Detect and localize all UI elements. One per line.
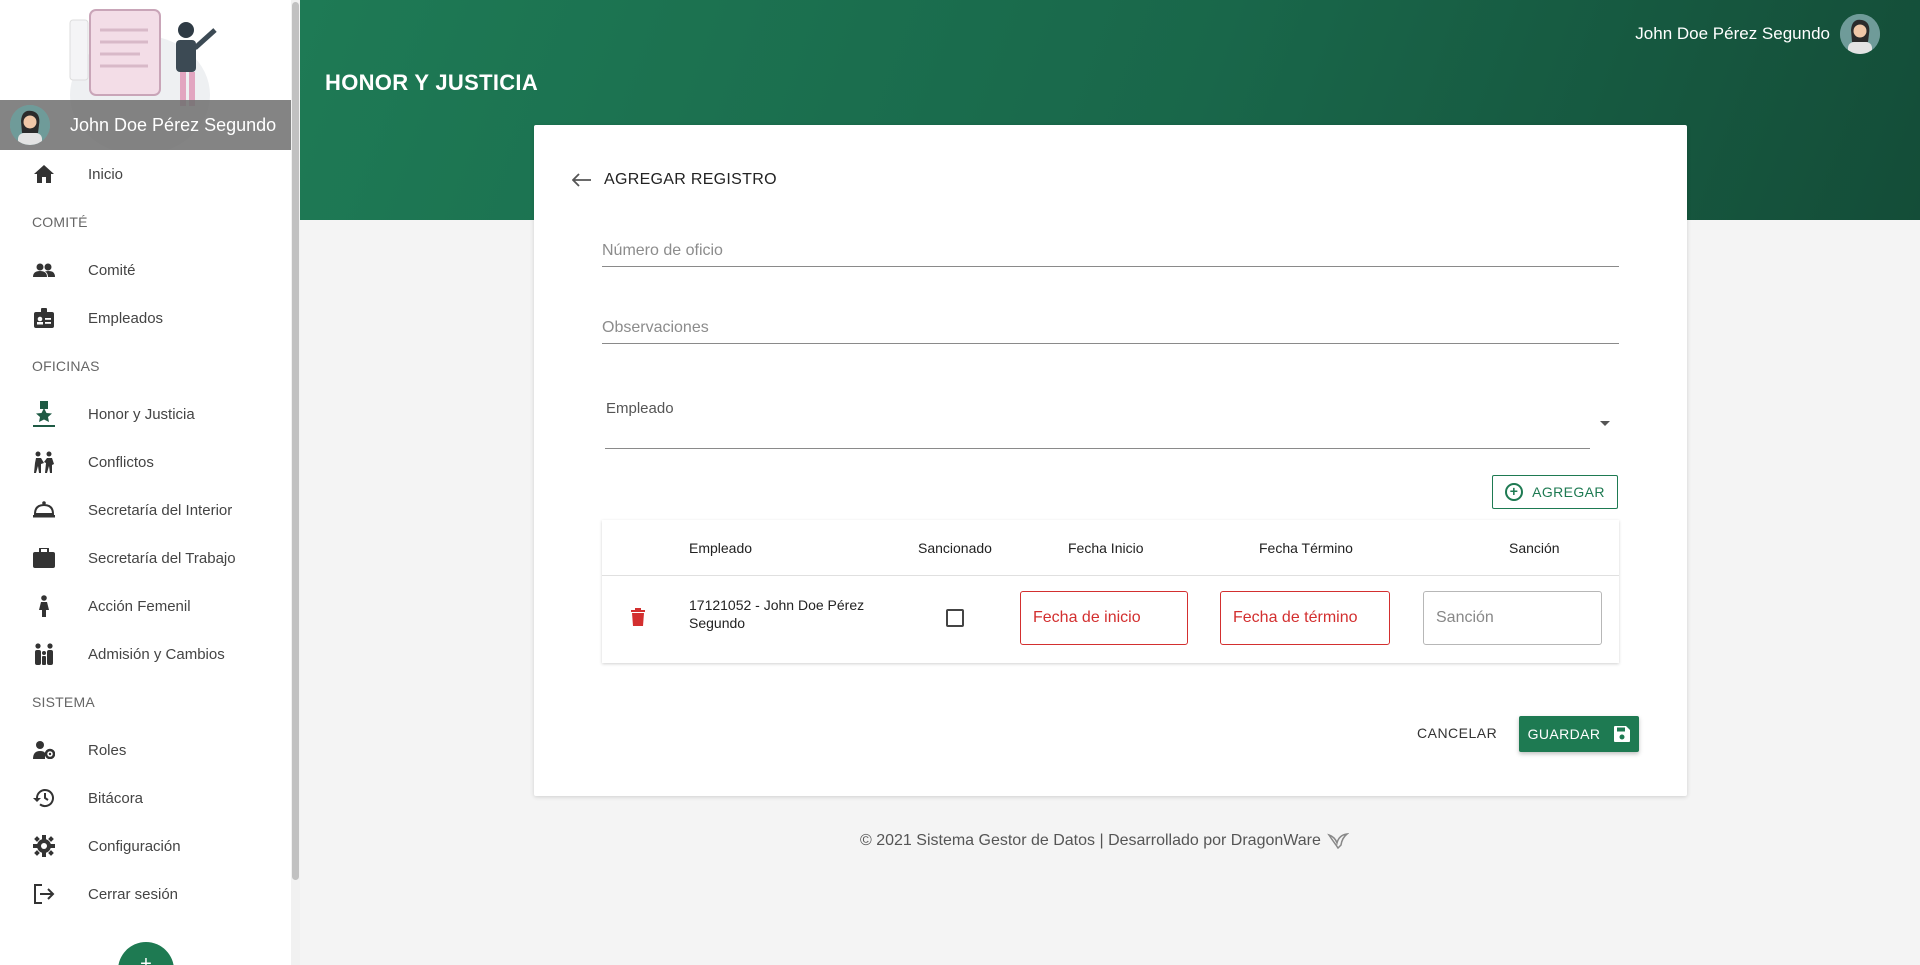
save-button-label: GUARDAR bbox=[1527, 726, 1601, 742]
sidebar-item-conflictos[interactable]: Conflictos bbox=[0, 438, 291, 486]
header-user-menu[interactable]: John Doe Pérez Segundo bbox=[1635, 14, 1880, 54]
sidebar-item-label: Admisión y Cambios bbox=[88, 645, 225, 663]
chevron-down-icon[interactable] bbox=[1600, 421, 1610, 426]
page-footer: © 2021 Sistema Gestor de Datos | Desarro… bbox=[860, 832, 1349, 850]
sidebar-item-label: Empleados bbox=[88, 309, 164, 327]
sidebar-item-roles[interactable]: Roles bbox=[0, 726, 291, 774]
sidebar-nav: Inicio COMITÉ Comité Empleados OFICINAS … bbox=[0, 150, 291, 918]
history-icon bbox=[32, 786, 56, 810]
sidebar-item-label: Secretaría del Interior bbox=[88, 501, 233, 519]
form-title: AGREGAR REGISTRO bbox=[604, 171, 777, 188]
woman-icon bbox=[32, 594, 56, 618]
sidebar: John Doe Pérez Segundo Inicio COMITÉ Com… bbox=[0, 0, 300, 965]
sidebar-item-label: Inicio bbox=[88, 165, 124, 183]
sidebar-item-label: Configuración bbox=[88, 837, 181, 855]
sidebar-item-label: Secretaría del Trabajo bbox=[88, 549, 236, 567]
dragon-logo-icon bbox=[1327, 833, 1349, 849]
sidebar-item-label: Conflictos bbox=[88, 453, 154, 471]
sidebar-item-label: Honor y Justicia bbox=[88, 405, 195, 423]
sidebar-item-configuracion[interactable]: Configuración bbox=[0, 822, 291, 870]
sidebar-item-accion-femenil[interactable]: Acción Femenil bbox=[0, 582, 291, 630]
sidebar-item-comite[interactable]: Comité bbox=[0, 246, 291, 294]
save-button[interactable]: GUARDAR bbox=[1519, 716, 1639, 752]
sidebar-item-inicio[interactable]: Inicio bbox=[0, 150, 291, 198]
floppy-disk-icon bbox=[1614, 726, 1631, 742]
back-button[interactable]: AGREGAR REGISTRO bbox=[571, 167, 777, 193]
plus-icon: + bbox=[140, 953, 152, 965]
sidebar-section-sistema: SISTEMA bbox=[32, 694, 95, 710]
arrow-left-icon bbox=[571, 167, 596, 193]
badge-icon bbox=[32, 306, 56, 330]
sidebar-item-label: Roles bbox=[88, 741, 127, 759]
sidebar-item-empleados[interactable]: Empleados bbox=[0, 294, 291, 342]
briefcase-icon bbox=[32, 546, 56, 570]
conflict-icon bbox=[32, 450, 56, 474]
add-button[interactable]: + AGREGAR bbox=[1492, 475, 1618, 509]
sidebar-user-bar[interactable]: John Doe Pérez Segundo bbox=[0, 100, 291, 150]
cancel-button[interactable]: CANCELAR bbox=[1417, 725, 1497, 741]
service-bell-icon bbox=[32, 498, 56, 522]
sidebar-scrollbar[interactable] bbox=[292, 2, 299, 880]
sidebar-fab-button[interactable]: + bbox=[118, 942, 174, 965]
observaciones-input[interactable] bbox=[602, 314, 1619, 342]
oficio-field bbox=[602, 237, 1619, 267]
medal-icon bbox=[32, 401, 56, 427]
table-cell-empleado: 17121052 - John Doe Pérez Segundo bbox=[689, 597, 865, 631]
family-icon bbox=[32, 642, 56, 666]
logout-icon bbox=[32, 882, 56, 906]
gear-icon bbox=[32, 834, 56, 858]
table-header-empleado: Empleado bbox=[689, 540, 753, 556]
oficio-input[interactable] bbox=[602, 237, 1619, 265]
sidebar-item-honor-y-justicia[interactable]: Honor y Justicia bbox=[0, 390, 291, 438]
observaciones-field bbox=[602, 314, 1619, 344]
avatar bbox=[10, 105, 50, 145]
empleado-select-label: Empleado bbox=[606, 400, 674, 417]
table-header-sancion: Sanción bbox=[1509, 540, 1560, 556]
user-gear-icon bbox=[32, 738, 56, 762]
sancionado-checkbox[interactable] bbox=[946, 609, 964, 627]
page-title: HONOR Y JUSTICIA bbox=[325, 70, 539, 95]
sidebar-item-label: Bitácora bbox=[88, 789, 144, 807]
table-header-fecha-termino: Fecha Término bbox=[1259, 540, 1353, 556]
sidebar-item-label: Comité bbox=[88, 261, 136, 279]
delete-icon[interactable] bbox=[631, 608, 645, 631]
sancion-input[interactable]: Sanción bbox=[1423, 591, 1602, 645]
sidebar-user-name: John Doe Pérez Segundo bbox=[70, 114, 277, 135]
avatar bbox=[1840, 14, 1880, 54]
sidebar-item-label: Acción Femenil bbox=[88, 597, 191, 615]
sidebar-section-oficinas: OFICINAS bbox=[32, 358, 100, 374]
add-button-label: AGREGAR bbox=[1532, 484, 1605, 500]
people-icon bbox=[32, 258, 56, 282]
table-header-sancionado: Sancionado bbox=[918, 540, 992, 556]
add-circle-icon: + bbox=[1505, 483, 1524, 501]
table-divider bbox=[602, 575, 1619, 576]
sidebar-section-comite: COMITÉ bbox=[32, 214, 88, 230]
form-card: AGREGAR REGISTRO Empleado + AGREGAR Empl… bbox=[534, 125, 1687, 796]
fecha-termino-input[interactable]: Fecha de término bbox=[1220, 591, 1390, 645]
sidebar-item-secretaria-interior[interactable]: Secretaría del Interior bbox=[0, 486, 291, 534]
table-header-fecha-inicio: Fecha Inicio bbox=[1068, 540, 1144, 556]
footer-text: © 2021 Sistema Gestor de Datos | Desarro… bbox=[860, 832, 1321, 849]
sidebar-item-secretaria-trabajo[interactable]: Secretaría del Trabajo bbox=[0, 534, 291, 582]
header-user-name: John Doe Pérez Segundo bbox=[1635, 24, 1830, 43]
fecha-inicio-input[interactable]: Fecha de inicio bbox=[1020, 591, 1188, 645]
sidebar-item-bitacora[interactable]: Bitácora bbox=[0, 774, 291, 822]
sidebar-item-cerrar-sesion[interactable]: Cerrar sesión bbox=[0, 870, 291, 918]
sidebar-item-admision-cambios[interactable]: Admisión y Cambios bbox=[0, 630, 291, 678]
records-table: Empleado Sancionado Fecha Inicio Fecha T… bbox=[602, 520, 1619, 663]
sidebar-item-label: Cerrar sesión bbox=[88, 885, 179, 903]
home-icon bbox=[32, 162, 56, 186]
empleado-select[interactable]: Empleado bbox=[605, 395, 1590, 449]
